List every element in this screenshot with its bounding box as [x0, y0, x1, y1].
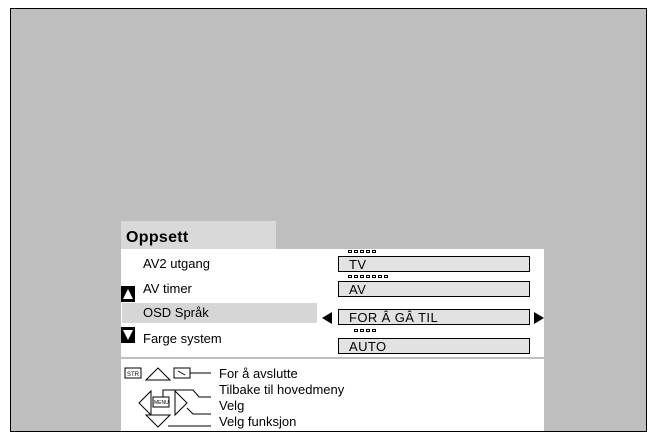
screen-frame: Oppsett AV2 utgang TV AV timer AV OSD Sp… [10, 8, 647, 432]
menu-item-farge-system[interactable]: Farge system [122, 329, 317, 349]
menu-title: Oppsett [126, 229, 189, 246]
legend-back: Tilbake til hovedmeny [219, 382, 345, 397]
value-dots [354, 329, 376, 333]
legend-select: Velg [219, 398, 245, 413]
av-timer-value[interactable]: AV [338, 281, 530, 297]
menu-item-av2-utgang[interactable]: AV2 utgang [122, 254, 317, 274]
menu-key-label: MENU [154, 400, 169, 406]
legend-select-function: Velg funksjon [219, 414, 297, 429]
str-key-label: STR [127, 372, 140, 378]
value-dots [348, 250, 376, 254]
arrow-right-icon[interactable] [533, 311, 545, 325]
av2-utgang-value[interactable]: TV [338, 256, 530, 272]
value-dots [348, 275, 388, 279]
legend-exit: For å avslutte [219, 366, 298, 381]
osd-sprak-value[interactable]: FOR Â GÂ TIL [338, 309, 530, 325]
panel-divider [121, 357, 544, 359]
farge-system-value[interactable]: AUTO [338, 338, 530, 354]
menu-item-av-timer[interactable]: AV timer [122, 279, 317, 299]
menu-item-osd-sprak[interactable]: OSD Språk [122, 303, 317, 323]
arrow-left-icon[interactable] [321, 311, 333, 325]
